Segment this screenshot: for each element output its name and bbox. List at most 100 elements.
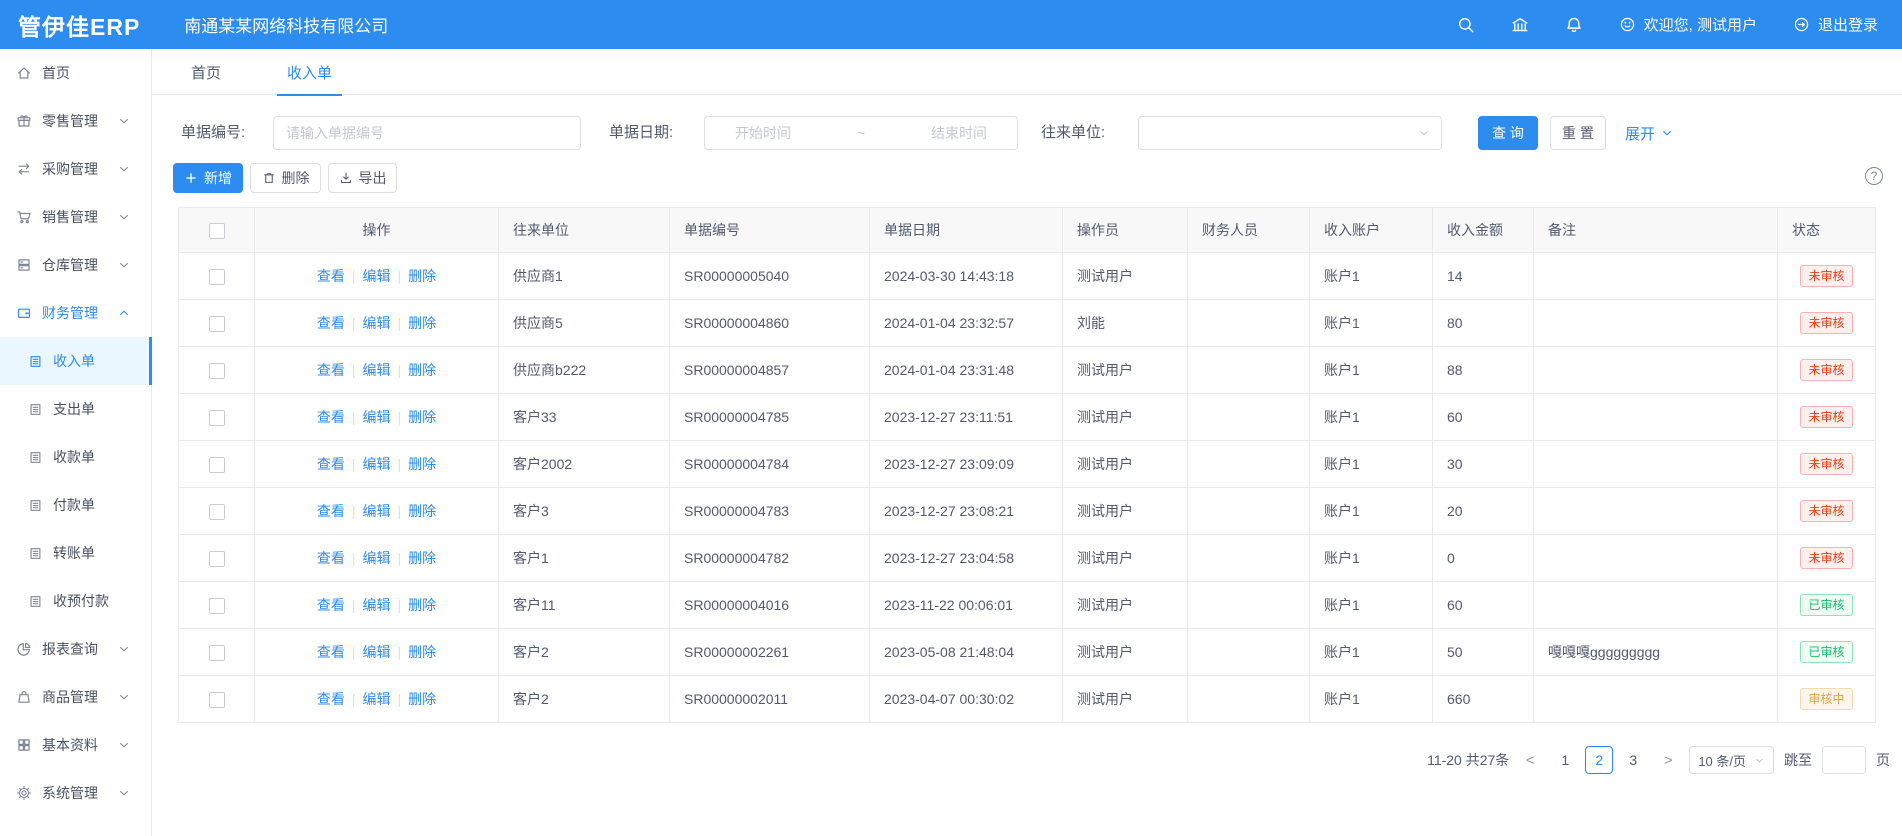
sidebar-item-transfer-order[interactable]: 转账单: [0, 529, 151, 577]
export-button[interactable]: 导出: [328, 163, 397, 193]
cell-date: 2023-12-27 23:04:58: [870, 535, 1063, 582]
row-checkbox[interactable]: [209, 363, 225, 379]
edit-link[interactable]: 编辑: [363, 268, 391, 284]
cell-account: 账户1: [1310, 582, 1433, 629]
sidebar-item-label: 收入单: [53, 351, 95, 371]
select-all-checkbox[interactable]: [209, 223, 225, 239]
edit-link[interactable]: 编辑: [363, 409, 391, 425]
cell-remark: [1534, 394, 1778, 441]
edit-link[interactable]: 编辑: [363, 597, 391, 613]
view-link[interactable]: 查看: [317, 268, 345, 284]
delete-link[interactable]: 删除: [408, 315, 436, 331]
row-checkbox[interactable]: [209, 598, 225, 614]
edit-link[interactable]: 编辑: [363, 362, 391, 378]
page-button-1[interactable]: 1: [1551, 746, 1579, 774]
bank-icon[interactable]: [1511, 16, 1529, 34]
bell-icon[interactable]: [1565, 16, 1583, 34]
sidebar-item-receipt-order[interactable]: 收款单: [0, 433, 151, 481]
link-separator: |: [398, 550, 402, 566]
delete-link[interactable]: 删除: [408, 409, 436, 425]
view-link[interactable]: 查看: [317, 597, 345, 613]
view-link[interactable]: 查看: [317, 644, 345, 660]
prev-page-button[interactable]: <: [1519, 752, 1541, 769]
delete-link[interactable]: 删除: [408, 597, 436, 613]
tab-home[interactable]: 首页: [181, 49, 231, 95]
edit-link[interactable]: 编辑: [363, 644, 391, 660]
sidebar-item-finance-management[interactable]: 财务管理: [0, 289, 151, 337]
jump-page-input[interactable]: [1822, 746, 1866, 774]
row-checkbox[interactable]: [209, 457, 225, 473]
sidebar-item-label: 收预付款: [53, 591, 109, 611]
user-welcome[interactable]: 欢迎您, 测试用户: [1619, 14, 1757, 35]
row-checkbox[interactable]: [209, 551, 225, 567]
page-button-2[interactable]: 2: [1585, 746, 1613, 774]
logout-button[interactable]: 退出登录: [1793, 14, 1878, 35]
delete-button[interactable]: 删除: [250, 163, 321, 193]
cell-amount: 30: [1433, 441, 1534, 488]
edit-link[interactable]: 编辑: [363, 503, 391, 519]
page-size-select[interactable]: 10 条/页: [1689, 746, 1774, 774]
sidebar-item-basic-data[interactable]: 基本资料: [0, 721, 151, 769]
cell-partner: 客户3: [499, 488, 670, 535]
sidebar-item-retail-management[interactable]: 零售管理: [0, 97, 151, 145]
row-checkbox[interactable]: [209, 316, 225, 332]
cell-remark: [1534, 676, 1778, 723]
row-checkbox[interactable]: [209, 645, 225, 661]
sidebar-item-payment-order[interactable]: 付款单: [0, 481, 151, 529]
swap-icon: [16, 161, 32, 177]
delete-link[interactable]: 删除: [408, 456, 436, 472]
row-checkbox[interactable]: [209, 504, 225, 520]
tab-income-order[interactable]: 收入单: [277, 49, 342, 95]
view-link[interactable]: 查看: [317, 362, 345, 378]
status-badge: 未审核: [1800, 500, 1852, 522]
delete-link[interactable]: 删除: [408, 268, 436, 284]
sidebar-item-expense-order[interactable]: 支出单: [0, 385, 151, 433]
row-checkbox[interactable]: [209, 692, 225, 708]
view-link[interactable]: 查看: [317, 315, 345, 331]
sidebar-item-report-query[interactable]: 报表查询: [0, 625, 151, 673]
search-button[interactable]: 查 询: [1478, 116, 1538, 150]
delete-link[interactable]: 删除: [408, 691, 436, 707]
cell-account: 账户1: [1310, 629, 1433, 676]
cell-operator: 测试用户: [1063, 676, 1188, 723]
delete-link[interactable]: 删除: [408, 644, 436, 660]
row-checkbox[interactable]: [209, 269, 225, 285]
cell-account: 账户1: [1310, 676, 1433, 723]
date-range-picker[interactable]: 开始时间 ~ 结束时间: [704, 116, 1018, 150]
partner-select[interactable]: [1138, 116, 1442, 150]
view-link[interactable]: 查看: [317, 691, 345, 707]
delete-link[interactable]: 删除: [408, 503, 436, 519]
edit-link[interactable]: 编辑: [363, 315, 391, 331]
sidebar-item-sales-management[interactable]: 销售管理: [0, 193, 151, 241]
cell-operator: 测试用户: [1063, 629, 1188, 676]
page-button-3[interactable]: 3: [1619, 746, 1647, 774]
cell-finance: [1188, 582, 1310, 629]
doc-no-input[interactable]: [273, 116, 581, 150]
link-separator: |: [398, 268, 402, 284]
sidebar-item-goods-management[interactable]: 商品管理: [0, 673, 151, 721]
expand-link[interactable]: 展开: [1625, 116, 1674, 150]
view-link[interactable]: 查看: [317, 503, 345, 519]
help-icon[interactable]: ?: [1865, 167, 1883, 185]
row-checkbox[interactable]: [209, 410, 225, 426]
sidebar-item-home[interactable]: 首页: [0, 49, 151, 97]
edit-link[interactable]: 编辑: [363, 691, 391, 707]
sidebar-item-income-order[interactable]: 收入单: [0, 337, 151, 385]
status-badge: 未审核: [1800, 265, 1852, 287]
search-icon[interactable]: [1457, 16, 1475, 34]
delete-link[interactable]: 删除: [408, 362, 436, 378]
view-link[interactable]: 查看: [317, 456, 345, 472]
sidebar-item-advance-receipt-payment[interactable]: 收预付款: [0, 577, 151, 625]
sidebar-item-system-management[interactable]: 系统管理: [0, 769, 151, 817]
sidebar-item-purchase-management[interactable]: 采购管理: [0, 145, 151, 193]
view-link[interactable]: 查看: [317, 409, 345, 425]
add-button[interactable]: 新增: [173, 163, 243, 193]
delete-link[interactable]: 删除: [408, 550, 436, 566]
edit-link[interactable]: 编辑: [363, 456, 391, 472]
edit-link[interactable]: 编辑: [363, 550, 391, 566]
reset-button[interactable]: 重 置: [1550, 116, 1606, 150]
sidebar-item-warehouse-management[interactable]: 仓库管理: [0, 241, 151, 289]
view-link[interactable]: 查看: [317, 550, 345, 566]
sidebar-item-label: 首页: [42, 63, 70, 83]
next-page-button[interactable]: >: [1657, 752, 1679, 769]
